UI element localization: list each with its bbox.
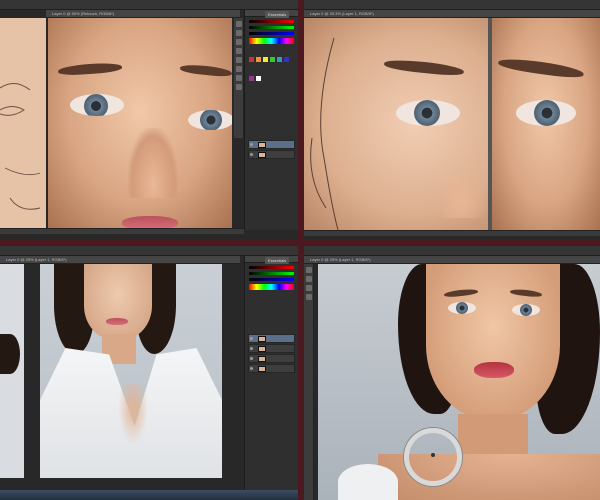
document-tab-title: Layer 0 @ 25% (Layer 1, RGB/8*) <box>6 257 67 262</box>
document-tab-title: Layer 0 @ 33.3% (Layer 1, RGB/8*) <box>310 11 374 16</box>
window-q3: Layer 0 @ 25% (Layer 1, RGB/8*) Essentia… <box>0 246 298 500</box>
window-q4: Layer 0 @ 25% (Layer 1, RGB/8*) <box>304 246 600 500</box>
workspace-button[interactable]: Essentials <box>265 257 290 264</box>
left-brow <box>57 61 123 77</box>
left-eye <box>70 94 124 116</box>
sketch-canvas[interactable] <box>0 264 24 478</box>
lips <box>122 216 178 228</box>
layer-thumbnail-icon <box>258 355 266 362</box>
line-sketch <box>0 83 41 210</box>
layer-row[interactable] <box>248 334 295 343</box>
eye-icon[interactable] <box>250 367 253 370</box>
right-brow <box>179 63 232 78</box>
painting-canvas[interactable] <box>318 264 600 500</box>
eye <box>396 100 460 126</box>
layer-thumbnail-icon <box>258 365 266 372</box>
right-eye <box>512 304 540 316</box>
layer-row[interactable] <box>248 354 295 363</box>
nose <box>444 168 488 218</box>
status-bar <box>0 228 244 234</box>
tool-strip[interactable] <box>304 264 314 500</box>
lips <box>474 362 514 378</box>
status-bar <box>304 230 600 236</box>
layer-row[interactable] <box>248 150 295 159</box>
document-tab[interactable]: Layer 0 @ 33.3% (Layer 1, RGB/8*) <box>304 10 600 18</box>
document-tab-title: Layer 0 @ 50% (Retouch, RGB/8*) <box>52 11 115 16</box>
menu-bar[interactable] <box>304 246 600 256</box>
document-tab-title: Layer 0 @ 25% (Layer 1, RGB/8*) <box>310 257 371 262</box>
face <box>426 264 560 420</box>
chest <box>118 384 148 444</box>
face <box>84 264 152 340</box>
side-panel: Essentials <box>244 256 298 492</box>
nose <box>128 128 178 198</box>
eye-icon[interactable] <box>250 357 253 360</box>
eye-icon[interactable] <box>250 347 253 350</box>
window-q1: Layer 0 @ 50% (Retouch, RGB/8*) Essentia… <box>0 0 298 240</box>
document-tab[interactable]: Layer 0 @ 25% (Layer 1, RGB/8*) <box>0 256 240 264</box>
taskbar[interactable] <box>0 490 298 500</box>
white-shirt <box>338 464 398 500</box>
sketch-canvas[interactable] <box>0 18 46 228</box>
layer-row[interactable] <box>248 140 295 149</box>
eye-icon[interactable] <box>250 337 253 340</box>
layer-thumbnail-icon <box>258 335 266 342</box>
brush-cursor-icon <box>404 428 462 486</box>
layer-row[interactable] <box>248 364 295 373</box>
portrait-canvas[interactable] <box>48 18 232 228</box>
painting-canvas-left[interactable] <box>304 18 488 230</box>
eye <box>516 100 576 126</box>
layer-thumbnail-icon <box>258 345 266 352</box>
menu-bar[interactable] <box>304 0 600 10</box>
right-eye <box>188 110 232 130</box>
menu-bar[interactable] <box>0 0 298 10</box>
eye-icon[interactable] <box>250 153 253 156</box>
reference-canvas-right[interactable] <box>492 18 600 230</box>
workspace-button[interactable]: Essentials <box>265 11 290 18</box>
tool-strip[interactable] <box>234 18 244 138</box>
layer-row[interactable] <box>248 344 295 353</box>
document-tab[interactable]: Layer 0 @ 25% (Layer 1, RGB/8*) <box>304 256 600 264</box>
window-q2: Layer 0 @ 33.3% (Layer 1, RGB/8*) <box>304 0 600 240</box>
color-spectrum[interactable] <box>249 38 294 44</box>
layer-thumbnail-icon <box>258 151 266 158</box>
swatches[interactable] <box>245 47 298 87</box>
layer-thumbnail-icon <box>258 141 266 148</box>
brow <box>497 56 585 80</box>
portrait-canvas[interactable] <box>40 264 222 478</box>
document-tab[interactable]: Layer 0 @ 50% (Retouch, RGB/8*) <box>46 10 240 18</box>
color-spectrum[interactable] <box>249 284 294 290</box>
left-eye <box>448 302 476 314</box>
eye-icon[interactable] <box>250 143 253 146</box>
menu-bar[interactable] <box>0 246 298 256</box>
side-panel: Essentials <box>244 10 298 230</box>
